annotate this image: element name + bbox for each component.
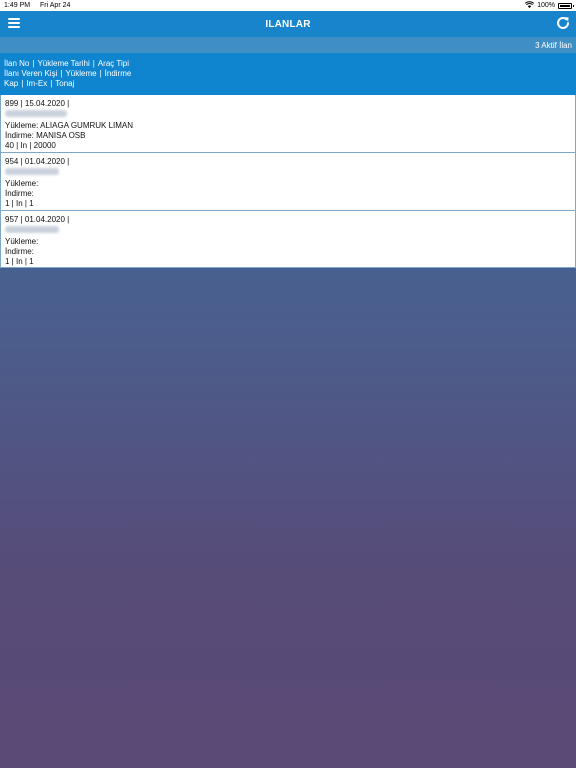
listing-list: 899 | 15.04.2020 | Yükleme: ALIAGA GUMRU… <box>0 95 576 268</box>
listing-footer: 40 | In | 20000 <box>5 141 56 150</box>
redacted-poster-name <box>5 168 59 175</box>
battery-percent: 100% <box>537 2 555 9</box>
navigation-bar: ILANLAR <box>0 11 576 37</box>
status-bar: 1:49 PM Fri Apr 24 100% <box>0 0 576 11</box>
wifi-icon <box>524 1 535 10</box>
legend-loading-date: Yükleme Tarihi <box>37 59 90 68</box>
active-listing-count: 3 Aktif İlan <box>535 40 572 50</box>
page-title: ILANLAR <box>265 18 311 30</box>
legend-line-2: İlanı Veren Kişi | Yükleme | İndirme <box>4 69 132 78</box>
legend-tonnage: Tonaj <box>55 79 75 88</box>
listing-unloading: İndirme: MANISA OSB <box>5 131 86 140</box>
legend-im-ex: Im-Ex <box>26 79 48 88</box>
legend-line-1: İlan No | Yükleme Tarihi | Araç Tipi <box>4 59 129 68</box>
hamburger-icon[interactable] <box>8 17 20 29</box>
legend-loading: Yükleme <box>65 69 97 78</box>
listing-header: 954 | 01.04.2020 | <box>5 157 70 166</box>
column-legend: İlan No | Yükleme Tarihi | Araç Tipi İlanı V… <box>0 53 576 95</box>
legend-poster: İlanı Veren Kişi <box>4 69 58 78</box>
list-item[interactable]: 899 | 15.04.2020 | Yükleme: ALIAGA GUMRU… <box>0 95 576 153</box>
refresh-icon[interactable] <box>555 15 571 31</box>
listing-unloading: İndirme: <box>5 247 34 256</box>
legend-container: Kap <box>4 79 19 88</box>
active-count-bar: 3 Aktif İlan <box>0 37 576 53</box>
listing-header: 899 | 15.04.2020 | <box>5 99 70 108</box>
status-right: 100% <box>524 1 574 10</box>
listing-loading: Yükleme: <box>5 179 39 188</box>
listing-loading: Yükleme: ALIAGA GUMRUK LIMAN <box>5 121 134 130</box>
redacted-poster-name <box>5 226 59 233</box>
legend-unloading: İndirme <box>104 69 132 78</box>
status-date: Fri Apr 24 <box>40 2 71 9</box>
legend-vehicle-type: Araç Tipi <box>97 59 129 68</box>
listing-footer: 1 | In | 1 <box>5 199 34 208</box>
listing-unloading: İndirme: <box>5 189 34 198</box>
redacted-poster-name <box>5 110 67 117</box>
listing-footer: 1 | In | 1 <box>5 257 34 266</box>
list-item[interactable]: 954 | 01.04.2020 | Yükleme: İndirme: 1 |… <box>0 153 576 211</box>
list-item[interactable]: 957 | 01.04.2020 | Yükleme: İndirme: 1 |… <box>0 211 576 268</box>
legend-listing-no: İlan No <box>4 59 30 68</box>
status-left: 1:49 PM Fri Apr 24 <box>4 2 78 9</box>
legend-line-3: Kap | Im-Ex | Tonaj <box>4 79 75 88</box>
listing-loading: Yükleme: <box>5 237 39 246</box>
battery-icon <box>558 2 574 9</box>
status-time: 1:49 PM <box>4 2 31 9</box>
listing-header: 957 | 01.04.2020 | <box>5 215 70 224</box>
